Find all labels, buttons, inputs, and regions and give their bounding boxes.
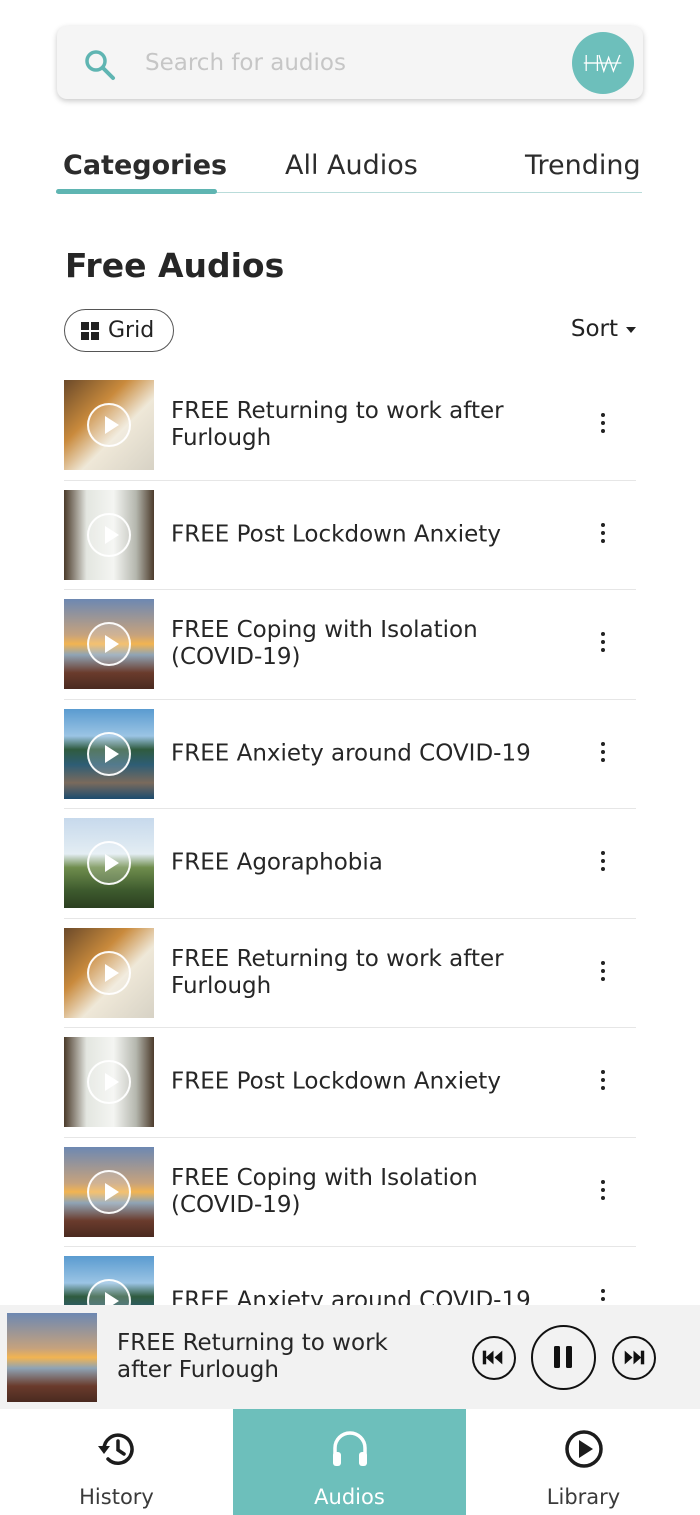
audio-thumbnail[interactable] [64, 1146, 154, 1237]
audio-thumbnail[interactable] [64, 708, 154, 799]
play-icon[interactable] [87, 622, 131, 666]
pause-button[interactable] [531, 1325, 596, 1390]
next-button[interactable] [612, 1336, 656, 1380]
mini-player[interactable]: FREE Returning to work after Furlough [0, 1305, 700, 1409]
audio-thumbnail[interactable] [64, 927, 154, 1018]
nav-history[interactable]: History [0, 1409, 233, 1515]
history-icon [97, 1433, 134, 1465]
list-item[interactable]: FREE Agoraphobia [64, 809, 636, 919]
bottom-navigation: History Audios Library [0, 1409, 700, 1515]
more-options-icon[interactable] [598, 632, 608, 656]
grid-view-toggle[interactable]: Grid [64, 309, 174, 352]
more-options-icon[interactable] [598, 1070, 608, 1094]
audio-title: FREE Post Lockdown Anxiety [171, 1068, 501, 1095]
more-options-icon[interactable] [598, 741, 608, 766]
list-item[interactable]: FREE Returning to work after Furlough [64, 371, 636, 481]
audio-thumbnail[interactable] [64, 1256, 154, 1305]
search-input[interactable] [145, 44, 545, 82]
list-item[interactable]: FREE Post Lockdown Anxiety [64, 1028, 636, 1138]
headphones-icon [332, 1431, 367, 1466]
hw-logo-icon [583, 54, 622, 74]
play-icon[interactable] [87, 1169, 131, 1214]
search-bar[interactable] [57, 26, 643, 99]
audio-thumbnail[interactable] [64, 818, 154, 908]
more-options-icon[interactable] [598, 522, 608, 547]
sort-button[interactable]: Sort [571, 316, 636, 342]
audio-title: FREE Anxiety around COVID-19 [171, 740, 531, 767]
tab-all-audios[interactable]: All Audios [285, 150, 418, 181]
previous-button[interactable] [472, 1336, 516, 1380]
more-options-icon[interactable] [598, 1289, 608, 1305]
more-options-icon[interactable] [598, 1179, 608, 1204]
audio-thumbnail[interactable] [64, 380, 154, 470]
nav-audios-label: Audios [314, 1485, 385, 1509]
play-icon[interactable] [87, 1060, 131, 1104]
list-item[interactable]: FREE Anxiety around COVID-19 [64, 700, 636, 809]
play-icon[interactable] [87, 1279, 131, 1305]
nav-library-label: Library [546, 1485, 621, 1509]
audio-title: FREE Coping with Isolation (COVID-19) [171, 617, 478, 671]
audio-thumbnail[interactable] [64, 599, 154, 689]
play-icon[interactable] [87, 841, 131, 885]
more-options-icon[interactable] [598, 960, 608, 985]
list-item[interactable]: FREE Coping with Isolation (COVID-19) [64, 1138, 636, 1247]
active-tab-indicator [56, 189, 217, 194]
pause-icon [554, 1346, 572, 1368]
audio-title: FREE Anxiety around COVID-19 [171, 1287, 531, 1305]
brand-logo[interactable] [572, 32, 634, 94]
tab-categories[interactable]: Categories [63, 150, 227, 181]
audio-thumbnail[interactable] [64, 1037, 154, 1127]
sort-label: Sort [570, 316, 618, 342]
caret-down-icon [626, 327, 636, 333]
category-tabs: Categories All Audios Trending [56, 140, 642, 194]
play-icon[interactable] [87, 512, 131, 557]
list-item[interactable]: FREE Post Lockdown Anxiety [64, 481, 636, 590]
nav-history-label: History [79, 1485, 154, 1509]
play-circle-icon [564, 1430, 603, 1468]
nav-library[interactable]: Library [467, 1409, 700, 1515]
section-title: Free Audios [65, 246, 285, 285]
audio-title: FREE Returning to work after Furlough [171, 945, 504, 999]
list-item[interactable]: FREE Anxiety around COVID-19 [64, 1247, 636, 1305]
tab-trending[interactable]: Trending [525, 150, 641, 181]
audio-title: FREE Post Lockdown Anxiety [171, 521, 501, 548]
grid-toggle-label: Grid [108, 318, 155, 343]
player-thumbnail[interactable] [7, 1313, 97, 1402]
next-icon [624, 1350, 645, 1365]
play-icon[interactable] [87, 403, 131, 447]
more-options-icon[interactable] [598, 413, 608, 437]
more-options-icon[interactable] [598, 851, 608, 875]
search-icon [85, 50, 115, 80]
audio-title: FREE Coping with Isolation (COVID-19) [171, 1164, 478, 1218]
play-icon[interactable] [87, 950, 131, 995]
player-title[interactable]: FREE Returning to work after Furlough [117, 1330, 417, 1384]
grid-icon [81, 321, 99, 340]
audio-list[interactable]: FREE Returning to work after Furlough FR… [64, 371, 636, 1305]
nav-audios[interactable]: Audios [233, 1409, 466, 1515]
audio-title: FREE Returning to work after Furlough [171, 398, 504, 452]
list-item[interactable]: FREE Returning to work after Furlough [64, 919, 636, 1028]
previous-icon [482, 1350, 503, 1365]
audio-title: FREE Agoraphobia [171, 849, 383, 876]
list-item[interactable]: FREE Coping with Isolation (COVID-19) [64, 590, 636, 700]
play-icon[interactable] [87, 731, 131, 776]
audio-thumbnail[interactable] [64, 489, 154, 580]
